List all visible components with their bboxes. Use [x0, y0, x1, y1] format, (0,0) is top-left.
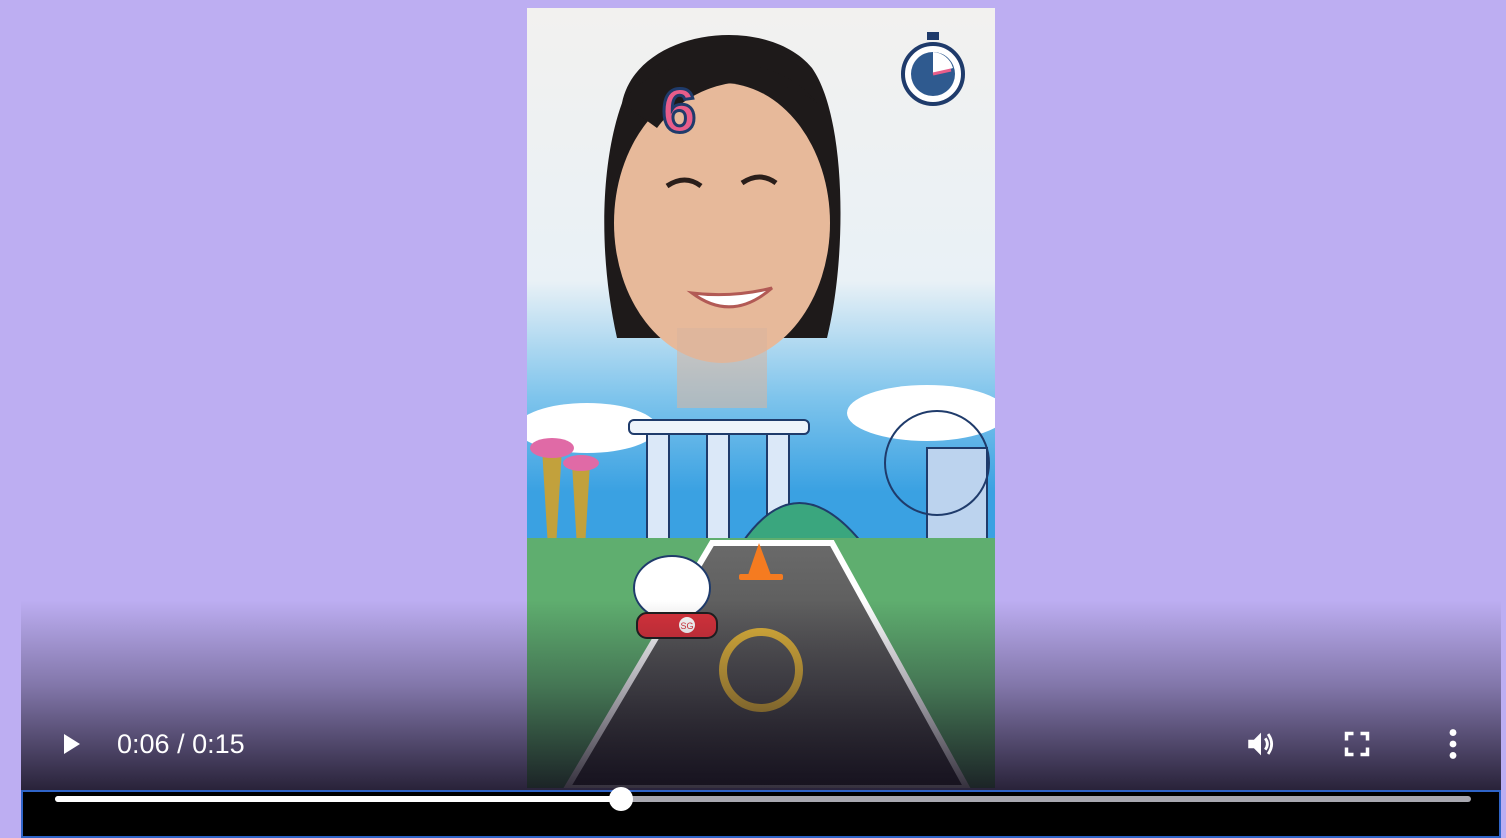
time-display: 0:06 / 0:15: [117, 728, 245, 760]
time-separator: /: [177, 729, 185, 759]
seek-bar-container: [21, 787, 1501, 838]
score-counter: 6: [662, 77, 696, 146]
volume-icon: [1248, 732, 1274, 756]
video-content[interactable]: SG 6: [527, 8, 995, 788]
volume-button[interactable]: [1233, 716, 1289, 772]
fullscreen-button[interactable]: [1329, 716, 1385, 772]
player-controls: 0:06 / 0:15: [21, 716, 1501, 772]
fullscreen-icon: [1344, 731, 1370, 757]
video-frame-art: SG 6: [527, 8, 995, 788]
duration: 0:15: [192, 729, 245, 759]
seek-progress: [55, 796, 622, 802]
current-time: 0:06: [117, 729, 170, 759]
face: [614, 83, 830, 363]
seek-thumb[interactable]: [609, 787, 634, 811]
more-options-icon: [1449, 729, 1457, 759]
seek-track[interactable]: [55, 787, 1471, 811]
kart-badge: SG: [680, 621, 693, 631]
more-options-button[interactable]: [1425, 716, 1481, 772]
video-player-page: SG 6 0:06 / 0:15: [0, 0, 1506, 838]
play-icon: [64, 734, 80, 754]
play-button[interactable]: [43, 716, 99, 772]
